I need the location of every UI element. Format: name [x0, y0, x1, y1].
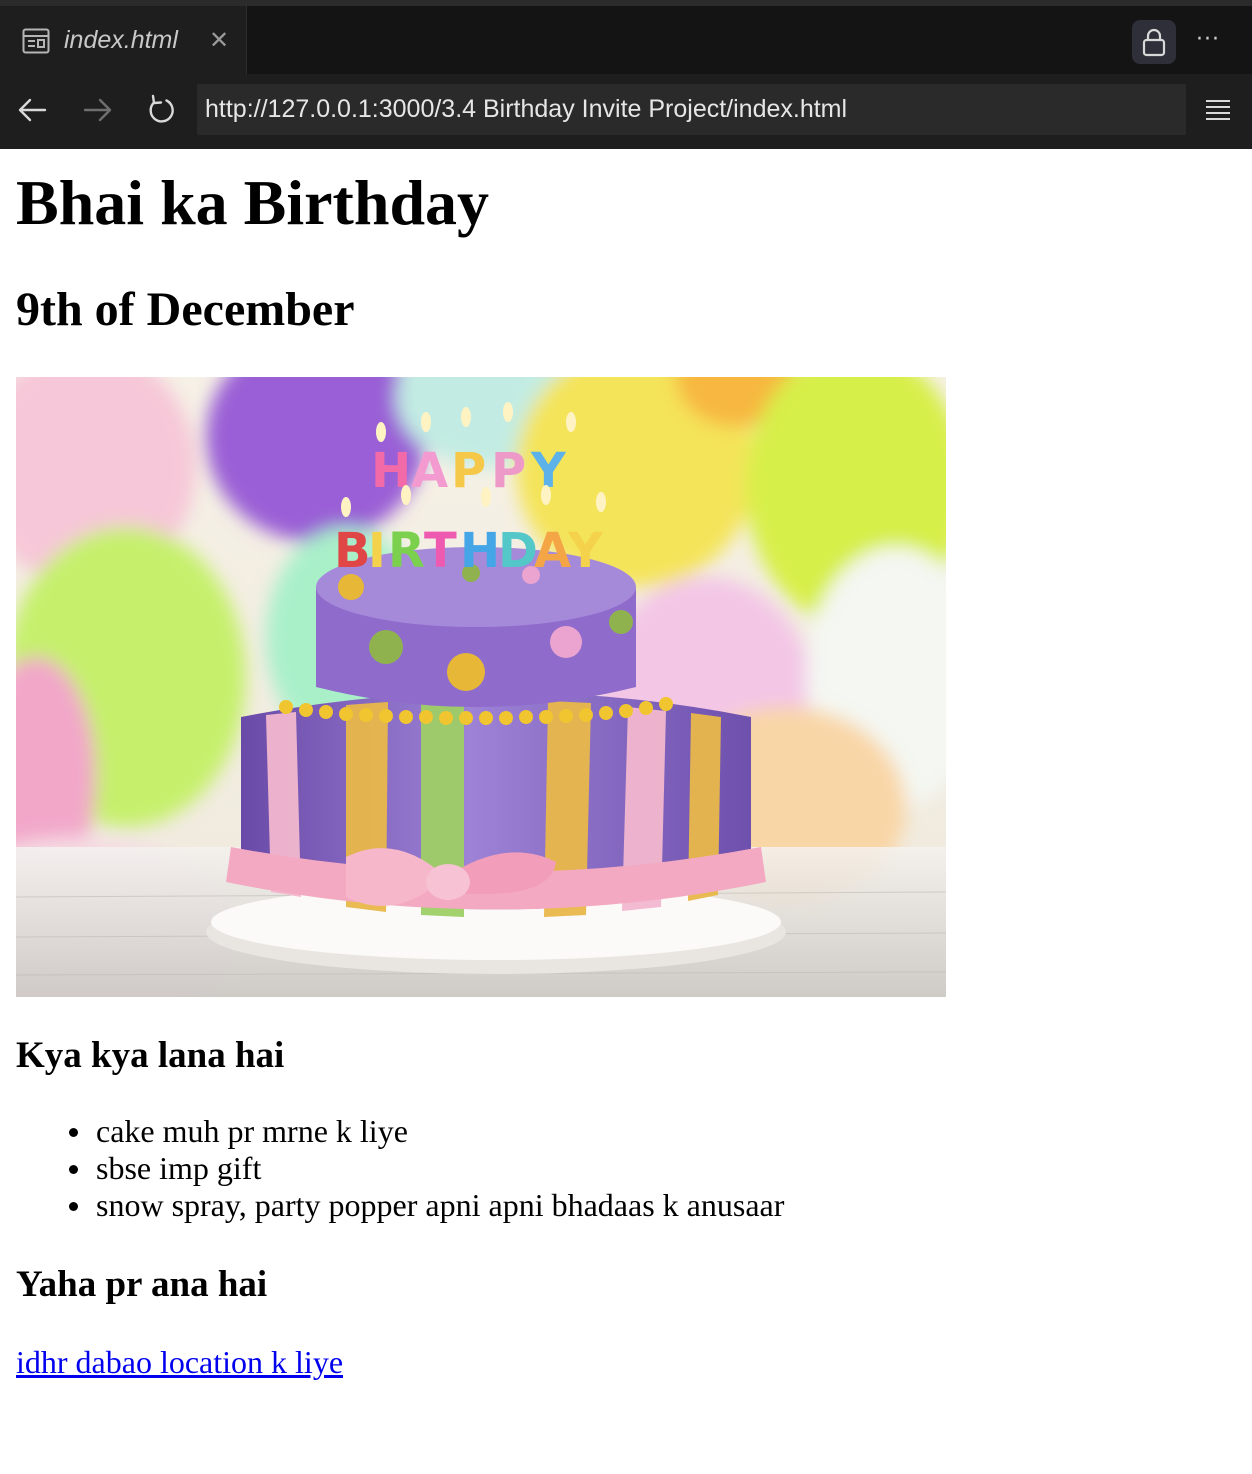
svg-text:A: A	[534, 523, 571, 579]
url-text[interactable]: http://127.0.0.1:3000/3.4 Birthday Invit…	[205, 84, 847, 135]
bring-heading: Kya kya lana hai	[16, 1035, 285, 1076]
browser-chrome: index.html ✕ ··· http://127.0.0.1:3000/3…	[0, 0, 1252, 149]
bullet-icon	[69, 1128, 78, 1137]
list-item-text: sbse imp gift	[96, 1150, 262, 1186]
arrow-left-icon	[18, 98, 47, 122]
list-item: sbse imp gift	[0, 1150, 784, 1187]
tab-title: index.html	[64, 26, 178, 54]
bring-list: cake muh pr mrne k liye sbse imp gift sn…	[0, 1113, 784, 1224]
list-item: cake muh pr mrne k liye	[0, 1113, 784, 1150]
bullet-icon	[69, 1202, 78, 1211]
menu-lines-icon	[1206, 100, 1230, 120]
svg-text:P: P	[451, 443, 486, 499]
reload-icon	[149, 94, 174, 123]
tab-bar: index.html ✕ ···	[0, 6, 1252, 74]
menu-button[interactable]	[1200, 92, 1236, 128]
location-link[interactable]: idhr dabao location k liye	[16, 1343, 343, 1381]
svg-text:R: R	[388, 523, 425, 579]
lock-button[interactable]	[1132, 20, 1176, 64]
tab-index-html[interactable]: index.html ✕	[0, 6, 247, 74]
forward-button[interactable]	[79, 92, 115, 128]
close-icon[interactable]: ✕	[206, 24, 232, 56]
page-content: Bhai ka Birthday 9th of December B I R T…	[0, 149, 1252, 1474]
list-item-text: snow spray, party popper apni apni bhada…	[96, 1187, 785, 1223]
bullet-icon	[69, 1165, 78, 1174]
lock-icon	[1142, 28, 1166, 57]
svg-text:T: T	[424, 523, 457, 579]
svg-text:B: B	[334, 523, 371, 579]
svg-text:Y: Y	[567, 523, 604, 579]
more-horizontal-icon[interactable]: ···	[1186, 20, 1230, 64]
svg-text:A: A	[411, 443, 448, 499]
svg-text:P: P	[491, 443, 526, 499]
svg-text:H: H	[460, 523, 500, 579]
navigation-bar: http://127.0.0.1:3000/3.4 Birthday Invit…	[0, 74, 1252, 149]
svg-text:I: I	[368, 523, 386, 579]
browser-preview-icon	[22, 28, 50, 54]
party-date: 9th of December	[16, 283, 355, 336]
list-item-text: cake muh pr mrne k liye	[96, 1113, 408, 1149]
arrow-right-icon	[83, 98, 112, 122]
list-item: snow spray, party popper apni apni bhada…	[0, 1187, 784, 1224]
back-button[interactable]	[15, 92, 51, 128]
svg-text:D: D	[498, 523, 538, 579]
reload-button[interactable]	[144, 92, 180, 128]
birthday-cake-image: B I R T H D A Y H A P P Y	[16, 377, 946, 997]
page-title: Bhai ka Birthday	[16, 167, 490, 238]
location-heading: Yaha pr ana hai	[16, 1264, 268, 1305]
address-bar[interactable]: http://127.0.0.1:3000/3.4 Birthday Invit…	[197, 84, 1186, 135]
